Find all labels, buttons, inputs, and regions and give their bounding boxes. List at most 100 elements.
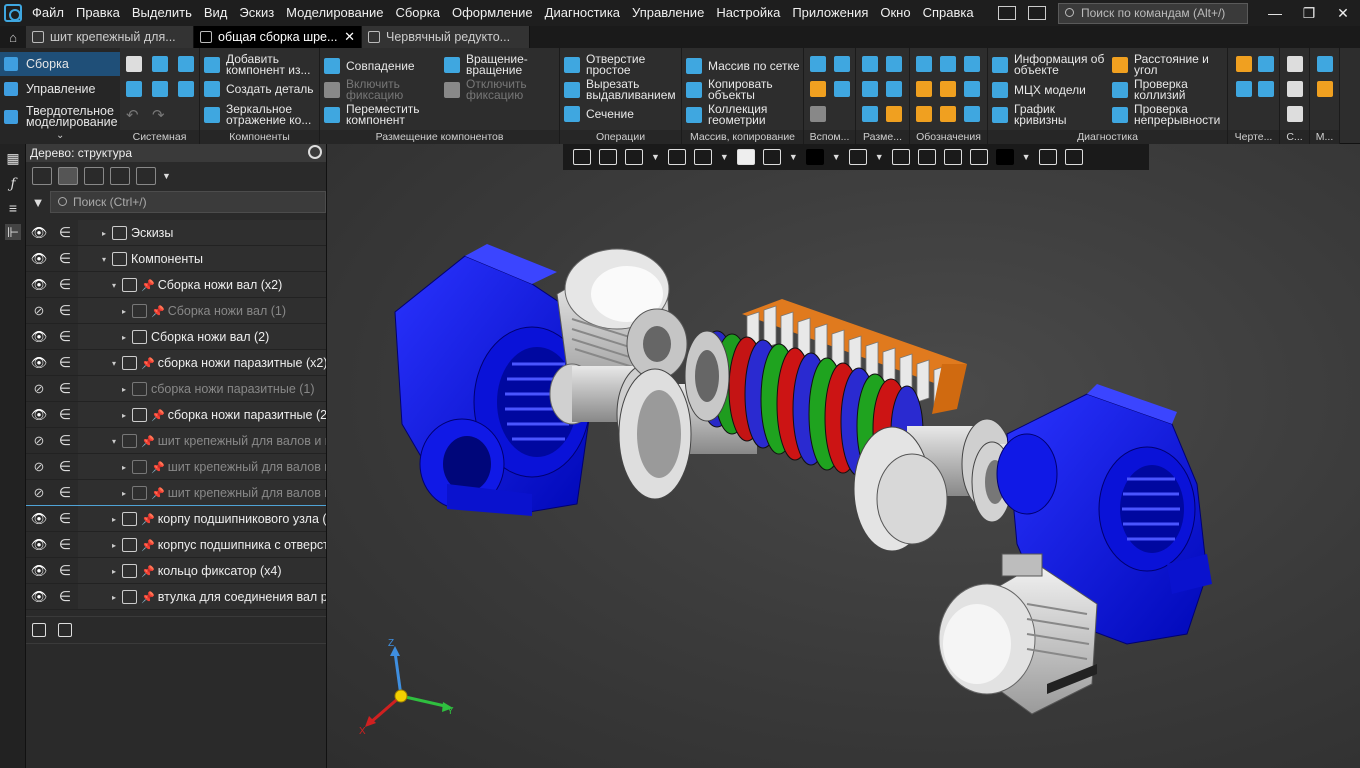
menu-assembly[interactable]: Сборка	[389, 0, 446, 26]
mirror-component-button[interactable]: Зеркальное отражение ко...	[204, 103, 316, 126]
diameter-dimension-icon[interactable]	[886, 56, 902, 72]
tree-row[interactable]: 👁 ∈ ▾ 📌 Сборка ножи вал (x2)	[26, 272, 326, 298]
eye-icon[interactable]: 👁	[26, 407, 52, 423]
include-icon[interactable]: ∈	[52, 484, 78, 501]
auto-dimension-icon[interactable]	[886, 106, 902, 122]
include-icon[interactable]: ∈	[52, 562, 78, 579]
tree-row[interactable]: ⊘ ∈ ▾ 📌 шит крепежный для валов и п	[26, 428, 326, 454]
collapse-arrow-icon[interactable]: ▾	[102, 255, 112, 264]
eye-hidden-icon[interactable]: ⊘	[26, 459, 52, 475]
aux-point-icon[interactable]	[810, 81, 826, 97]
command-search-input[interactable]: Поиск по командам (Alt+/)	[1058, 2, 1248, 24]
section-button[interactable]: Сечение	[564, 106, 634, 122]
expand-arrow-icon[interactable]: ▸	[122, 411, 132, 420]
tool-s2-icon[interactable]	[1287, 81, 1303, 97]
menu-settings[interactable]: Настройка	[710, 0, 786, 26]
save-icon[interactable]	[178, 56, 194, 72]
menu-edit[interactable]: Правка	[70, 0, 126, 26]
text-icon[interactable]	[916, 81, 932, 97]
menu-view[interactable]: Вид	[198, 0, 234, 26]
menu-management[interactable]: Управление	[626, 0, 710, 26]
tree-row[interactable]: 👁 ∈ ▸ 📌 втулка для соединения вал ред	[26, 584, 326, 610]
include-icon[interactable]: ∈	[52, 458, 78, 475]
mark-icon[interactable]	[916, 106, 932, 122]
aux-axis-icon[interactable]	[834, 56, 850, 72]
aux-line-icon[interactable]	[810, 106, 826, 122]
undo-icon[interactable]: ↶	[126, 106, 139, 124]
tree-structure-icon[interactable]	[32, 167, 52, 185]
close-tab-icon[interactable]: ✕	[344, 29, 355, 45]
expand-arrow-icon[interactable]: ▸	[112, 567, 122, 576]
print-icon[interactable]	[126, 81, 142, 97]
mode-assembly[interactable]: Сборка	[0, 52, 120, 76]
layers-icon[interactable]: ≡	[5, 200, 21, 216]
extrude-cut-button[interactable]: Вырезать выдавливанием	[564, 78, 682, 101]
minimize-button[interactable]: —	[1258, 0, 1292, 26]
angle-dimension-icon[interactable]	[886, 81, 902, 97]
expand-arrow-icon[interactable]: ▸	[112, 541, 122, 550]
menu-sketch[interactable]: Эскиз	[233, 0, 280, 26]
tree-filter-mode-icon[interactable]	[136, 167, 156, 185]
menu-help[interactable]: Справка	[917, 0, 980, 26]
tree-row[interactable]: 👁 ∈ ▸ 📌 кольцо фиксатор (x4)	[26, 558, 326, 584]
spec-icon[interactable]	[1236, 81, 1252, 97]
rotation-rotation-button[interactable]: Вращение-вращение	[444, 53, 546, 76]
eye-icon[interactable]: 👁	[26, 537, 52, 553]
roughness-icon[interactable]	[964, 56, 980, 72]
tab-document-3[interactable]: Червячный редукто...	[362, 26, 530, 48]
eye-icon[interactable]: 👁	[26, 563, 52, 579]
panel-layout-icon[interactable]	[998, 6, 1016, 20]
expand-arrow-icon[interactable]: ▸	[122, 385, 132, 394]
eye-icon[interactable]: 👁	[26, 277, 52, 293]
tree-row[interactable]: ⊘ ∈ ▸ 📌 Сборка ножи вал (1)	[26, 298, 326, 324]
app-logo[interactable]	[0, 0, 26, 26]
include-icon[interactable]: ∈	[52, 380, 78, 397]
gear-icon[interactable]	[308, 145, 322, 159]
parameters-icon[interactable]: ▦	[5, 150, 21, 166]
menu-select[interactable]: Выделить	[126, 0, 198, 26]
menu-file[interactable]: Файл	[26, 0, 70, 26]
eye-hidden-icon[interactable]: ⊘	[26, 433, 52, 449]
menu-apps[interactable]: Приложения	[786, 0, 874, 26]
eye-icon[interactable]: 👁	[26, 589, 52, 605]
tool-m2-icon[interactable]	[1317, 81, 1333, 97]
aux-plane-icon[interactable]	[810, 56, 826, 72]
include-icon[interactable]: ∈	[52, 224, 78, 241]
eye-icon[interactable]: 👁	[26, 511, 52, 527]
copy-objects-button[interactable]: Копировать объекты	[686, 78, 788, 101]
enable-fix-button[interactable]: Включить фиксацию	[324, 78, 416, 101]
simple-hole-button[interactable]: Отверстие простое	[564, 53, 666, 76]
eye-hidden-icon[interactable]: ⊘	[26, 381, 52, 397]
object-info-button[interactable]: Информация об объекте	[992, 53, 1106, 76]
open-icon[interactable]	[152, 56, 168, 72]
add-component-button[interactable]: Добавить компонент из...	[204, 53, 316, 76]
base-icon[interactable]	[940, 56, 956, 72]
expand-arrow-icon[interactable]: ▸	[112, 593, 122, 602]
chevron-down-icon[interactable]: ▼	[162, 171, 171, 181]
3d-viewport[interactable]: ▼ ▼ ▼ ▼ ▼ ▼ Z Y X	[327, 144, 1360, 768]
filter-icon[interactable]: ▼	[26, 195, 50, 210]
thread-icon[interactable]	[964, 106, 980, 122]
expand-arrow-icon[interactable]: ▸	[102, 229, 112, 238]
drawing-create-icon[interactable]	[1258, 56, 1274, 72]
report-icon[interactable]	[1258, 81, 1274, 97]
assembly-model[interactable]	[327, 144, 1360, 768]
arc-dimension-icon[interactable]	[862, 106, 878, 122]
drawing-view-icon[interactable]	[1236, 56, 1252, 72]
menu-window[interactable]: Окно	[874, 0, 916, 26]
expand-arrow-icon[interactable]: ▸	[112, 515, 122, 524]
expand-modes-icon[interactable]: ⌄	[56, 130, 64, 141]
include-icon[interactable]: ∈	[52, 536, 78, 553]
close-button[interactable]: ✕	[1326, 0, 1360, 26]
coincidence-button[interactable]: Совпадение	[324, 58, 415, 74]
tree-row[interactable]: ⊘ ∈ ▸ сборка ножи паразитные (1)	[26, 376, 326, 402]
eye-icon[interactable]: 👁	[26, 251, 52, 267]
expand-arrow-icon[interactable]: ▸	[122, 307, 132, 316]
tree-row[interactable]: 👁 ∈ ▸ 📌 корпус подшипника с отверст	[26, 532, 326, 558]
curvature-graph-button[interactable]: График кривизны	[992, 103, 1074, 126]
tolerance-icon[interactable]	[940, 81, 956, 97]
eye-hidden-icon[interactable]: ⊘	[26, 303, 52, 319]
leader-icon[interactable]	[916, 56, 932, 72]
create-part-button[interactable]: Создать деталь	[204, 81, 314, 97]
paste-icon[interactable]	[178, 81, 194, 97]
